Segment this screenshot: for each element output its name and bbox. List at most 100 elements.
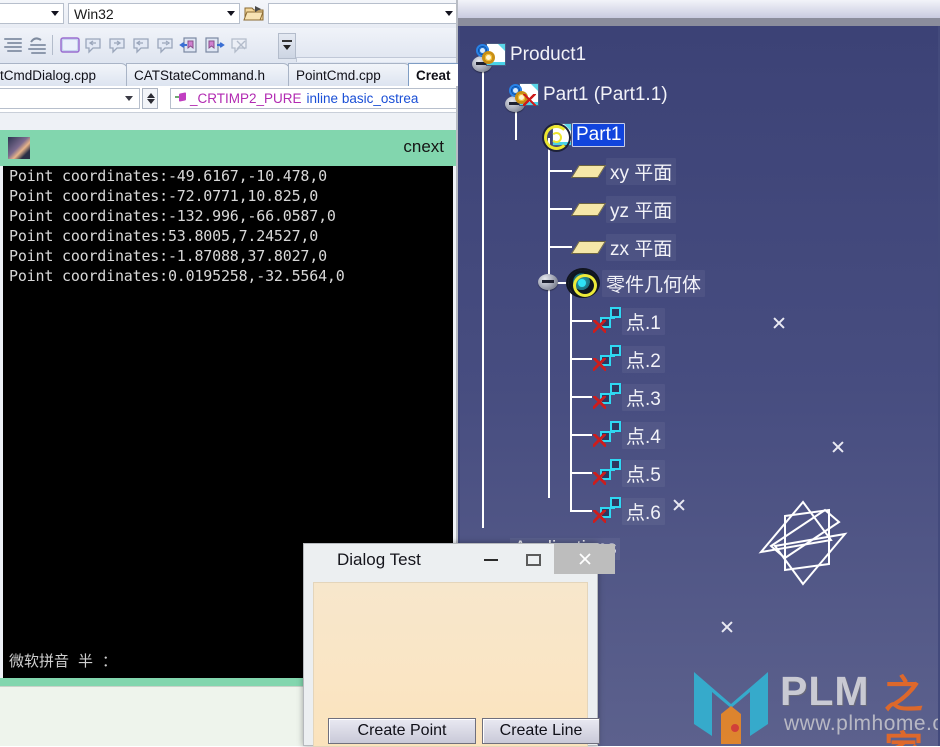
tree-node-point-3[interactable]: 点.3 [592,383,665,411]
solution-platform-value: Win32 [74,5,114,22]
plm-home-logo-icon [694,672,768,744]
watermark-url: www.plmhome.com [784,712,938,735]
uncomment-selection-icon[interactable] [26,34,50,56]
tree-node-label: 点.5 [622,459,665,487]
next-bookmark-in-document-icon[interactable] [202,34,226,56]
console-line: Point coordinates:-1.87088,37.8027,0 [9,247,327,265]
plane-icon [569,162,607,180]
tab-creat-active[interactable]: Creat [408,63,458,86]
tree-node-label: Part1 (Part1.1) [543,84,668,105]
tree-node-label: 点.1 [622,307,665,335]
tree-node-point-1[interactable]: 点.1 [592,307,665,335]
catia-toolbar-strip-2 [458,18,940,26]
point-icon [592,497,622,525]
console-line: Point coordinates:53.8005,7.24527,0 [9,227,319,245]
clear-bookmarks-icon[interactable] [228,34,252,56]
solution-platform-dropdown[interactable]: Win32 [68,3,240,24]
tree-node-label: 点.2 [622,345,665,373]
navigation-spinner[interactable] [142,88,158,109]
next-bookmark-in-folder-icon[interactable] [154,34,178,56]
console-line: Point coordinates:0.0195258,-32.5564,0 [9,267,345,285]
tree-node-xy-plane[interactable]: xy 平面 [569,157,677,185]
tree-node-part1[interactable]: Part1 [542,122,626,150]
dialog-client-area: Create Point Create Line [313,582,600,747]
tree-node-part-body[interactable]: 零件几何体 [568,269,706,297]
tree-node-point-5[interactable]: 点.5 [592,459,665,487]
watermark-brand: PLM [780,668,870,714]
tab-pointcmd-cpp[interactable]: PointCmd.cpp [288,63,411,86]
dialog-test-window: Dialog Test Create Point Create Line [303,543,615,747]
tree-node-label: xy 平面 [606,157,677,185]
tab-tcmddialog-cpp[interactable]: tCmdDialog.cpp [0,63,128,86]
create-line-button[interactable]: Create Line [482,718,600,744]
viewport-point-marker [772,316,786,330]
plane-icon [569,238,607,256]
editor-tab-strip: tCmdDialog.cpp CATStateCommand.h PointCm… [0,62,458,87]
create-point-button[interactable]: Create Point [328,718,476,744]
tab-label: tCmdDialog.cpp [0,67,97,83]
chevron-down-icon[interactable] [440,4,457,23]
spinner-down-icon[interactable] [147,99,155,104]
tree-node-label: 点.6 [622,497,665,525]
maximize-icon[interactable] [512,544,554,575]
viewport-point-marker [831,440,845,454]
previous-bookmark-icon[interactable] [82,34,106,56]
viewport-point-marker [720,620,734,634]
chevron-down-icon[interactable] [125,96,133,101]
solution-configuration-dropdown[interactable]: ebug [0,3,64,24]
dialog-title: Dialog Test [337,550,421,569]
previous-bookmark-in-document-icon[interactable] [178,34,202,56]
tree-collapse-knob-part-body[interactable] [538,274,558,290]
plane-icon [569,200,607,218]
ime-status-text: 微软拼音 半 ： [9,651,118,670]
tree-node-point-4[interactable]: 点.4 [592,421,665,449]
member-dropdown[interactable]: _CRTIMP2_PURE inline basic_ostrea [170,88,458,109]
tab-catstatecommand-h[interactable]: CATStateCommand.h [126,63,290,86]
scope-dropdown[interactable] [0,88,140,109]
console-line: Point coordinates:-49.6167,-10.478,0 [9,167,327,185]
tree-node-label: Product1 [510,44,587,65]
point-icon [592,459,622,487]
member-rest: inline basic_ostrea [306,91,419,106]
tree-node-point-2[interactable]: 点.2 [592,345,665,373]
tree-node-label: 点.4 [622,421,665,449]
tree-node-label: zx 平面 [606,233,677,261]
catia-compass-icon[interactable] [753,488,863,598]
next-bookmark-icon[interactable] [106,34,130,56]
viewport-point-marker [672,498,686,512]
toolbar-overflow-button[interactable] [278,33,296,59]
tree-node-product1[interactable]: Product1 [476,42,590,68]
vs-text-editor-toolbar: Compile With mkmk [0,28,458,91]
close-icon[interactable] [554,544,615,574]
chevron-down-icon[interactable] [222,4,239,23]
spinner-up-icon[interactable] [147,93,155,98]
tab-label: CATStateCommand.h [134,67,266,83]
tree-node-zx-plane[interactable]: zx 平面 [569,233,677,261]
member-function-icon [175,92,186,104]
catia-toolbar-strip [458,0,940,18]
tree-node-point-6[interactable]: 点.6 [592,497,665,525]
part-icon [542,123,572,150]
open-folder-icon[interactable] [243,4,265,23]
point-icon [592,383,622,411]
point-icon [592,345,622,373]
console-title-bar[interactable]: cnext [0,130,456,166]
plm-home-watermark: PLM 之家 www.plmhome.com [688,656,938,746]
toggle-bookmark-icon[interactable] [58,34,82,56]
toolbar-wide-dropdown[interactable] [268,3,458,24]
console-line: Point coordinates:-132.996,-66.0587,0 [9,207,336,225]
minimize-icon[interactable] [470,544,512,575]
console-line: Point coordinates:-72.0771,10.825,0 [9,187,319,205]
dialog-title-bar[interactable]: Dialog Test [304,544,615,577]
chevron-down-icon[interactable] [46,4,63,23]
point-icon [592,307,622,335]
comment-selection-icon[interactable] [2,34,26,56]
member-prefix: _CRTIMP2_PURE [190,91,302,106]
tab-label: PointCmd.cpp [296,67,381,83]
tree-node-part1-instance[interactable]: Part1 (Part1.1) [509,82,672,108]
console-title: cnext [403,137,444,156]
tree-node-label: Part1 [572,123,626,147]
cnext-app-icon [8,137,30,159]
tree-node-yz-plane[interactable]: yz 平面 [569,195,677,223]
previous-bookmark-in-folder-icon[interactable] [130,34,154,56]
